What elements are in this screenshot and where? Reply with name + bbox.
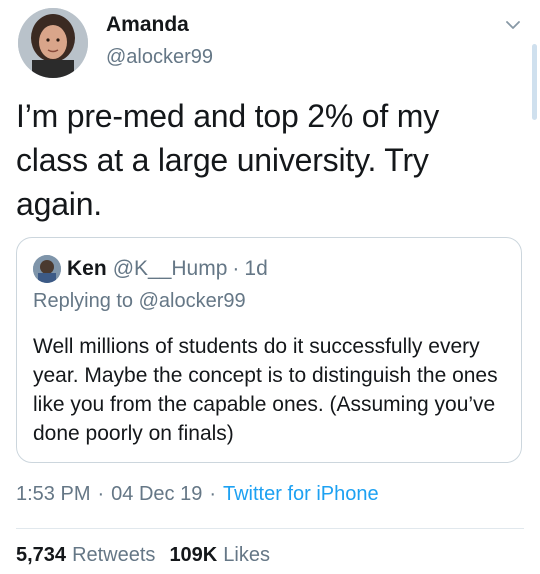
author-display-name[interactable]: Amanda [106,12,213,38]
replying-to-label: Replying to [33,290,134,312]
replying-to-handle[interactable]: @alocker99 [139,290,246,312]
separator-dot: · [97,483,105,505]
tweet-meta: 1:53 PM · 04 Dec 19 · Twitter for iPhone [16,483,379,506]
replying-to: Replying to @alocker99 [33,290,246,313]
author-names: Amanda @alocker99 [106,12,213,70]
quoted-time: 1d [244,257,268,280]
quoted-tweet[interactable]: Ken @K__Hump · 1d Replying to @alocker99… [16,237,522,463]
author-handle[interactable]: @alocker99 [106,44,213,70]
separator-dot: · [209,483,216,505]
tweet-header: Amanda @alocker99 [16,8,524,80]
tweet-stats: 5,734 Retweets 109K Likes [16,544,284,567]
retweets-count: 5,734 [16,544,67,566]
separator-dot: · [232,257,240,280]
tweet-text: I’m pre-med and top 2% of my class at a … [16,98,440,222]
retweets-stat[interactable]: 5,734 Retweets [16,544,155,567]
tweet-date[interactable]: 04 Dec 19 [111,483,202,506]
chevron-down-icon[interactable] [504,16,522,34]
retweets-label: Retweets [72,544,156,566]
quoted-tweet-header: Ken @K__Hump · 1d [33,254,268,284]
quoted-author-handle[interactable]: @K__Hump [113,257,228,281]
likes-count: 109K [169,544,218,566]
tweet-time[interactable]: 1:53 PM [16,483,90,506]
likes-label: Likes [223,544,270,566]
divider [16,528,524,529]
tweet-source-link[interactable]: Twitter for iPhone [223,483,379,506]
likes-stat[interactable]: 109K Likes [169,544,270,567]
quoted-author-name[interactable]: Ken [67,257,107,281]
quoted-tweet-text: Well millions of students do it successf… [33,335,498,445]
quoted-author-avatar[interactable] [33,255,61,283]
scrollbar[interactable] [532,44,537,120]
author-avatar[interactable] [18,8,88,78]
